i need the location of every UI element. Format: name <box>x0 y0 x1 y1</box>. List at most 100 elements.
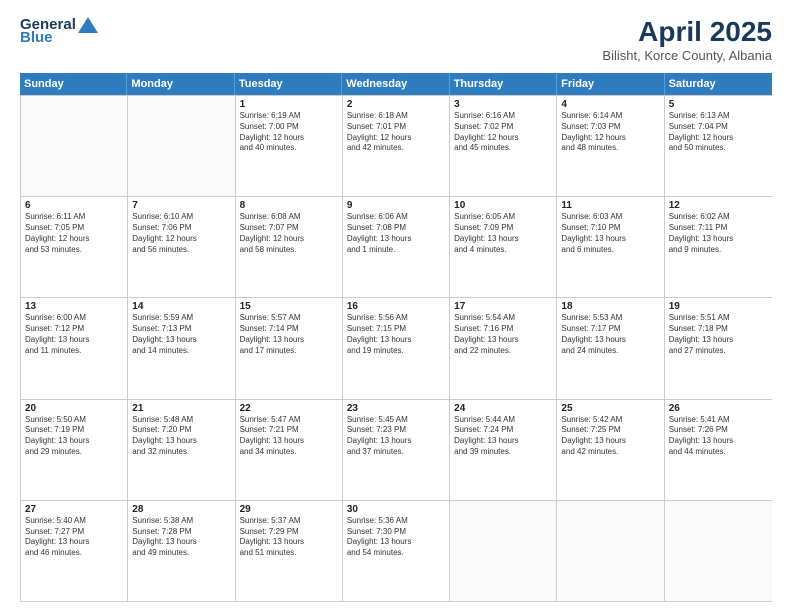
day-number: 12 <box>669 200 768 211</box>
logo: General Blue <box>20 16 98 46</box>
calendar-cell: 19Sunrise: 5:51 AM Sunset: 7:18 PM Dayli… <box>665 298 772 398</box>
cell-content: Sunrise: 6:06 AM Sunset: 7:08 PM Dayligh… <box>347 212 445 255</box>
day-number: 17 <box>454 301 552 312</box>
calendar-cell: 24Sunrise: 5:44 AM Sunset: 7:24 PM Dayli… <box>450 400 557 500</box>
calendar-cell: 28Sunrise: 5:38 AM Sunset: 7:28 PM Dayli… <box>128 501 235 601</box>
cell-content: Sunrise: 5:59 AM Sunset: 7:13 PM Dayligh… <box>132 313 230 356</box>
day-number: 24 <box>454 403 552 414</box>
cell-content: Sunrise: 6:02 AM Sunset: 7:11 PM Dayligh… <box>669 212 768 255</box>
day-number: 20 <box>25 403 123 414</box>
header: General Blue April 2025 Bilisht, Korce C… <box>20 16 772 63</box>
day-number: 30 <box>347 504 445 515</box>
day-number: 27 <box>25 504 123 515</box>
calendar-cell: 9Sunrise: 6:06 AM Sunset: 7:08 PM Daylig… <box>343 197 450 297</box>
location-title: Bilisht, Korce County, Albania <box>602 48 772 63</box>
calendar-cell: 2Sunrise: 6:18 AM Sunset: 7:01 PM Daylig… <box>343 96 450 196</box>
calendar-cell: 7Sunrise: 6:10 AM Sunset: 7:06 PM Daylig… <box>128 197 235 297</box>
day-number: 22 <box>240 403 338 414</box>
day-number: 8 <box>240 200 338 211</box>
calendar-header-cell: Friday <box>557 73 664 95</box>
calendar-cell: 26Sunrise: 5:41 AM Sunset: 7:26 PM Dayli… <box>665 400 772 500</box>
cell-content: Sunrise: 5:51 AM Sunset: 7:18 PM Dayligh… <box>669 313 768 356</box>
cell-content: Sunrise: 6:00 AM Sunset: 7:12 PM Dayligh… <box>25 313 123 356</box>
calendar-cell: 3Sunrise: 6:16 AM Sunset: 7:02 PM Daylig… <box>450 96 557 196</box>
calendar-header-cell: Tuesday <box>235 73 342 95</box>
calendar-header: SundayMondayTuesdayWednesdayThursdayFrid… <box>20 73 772 95</box>
calendar-cell: 18Sunrise: 5:53 AM Sunset: 7:17 PM Dayli… <box>557 298 664 398</box>
calendar-cell: 4Sunrise: 6:14 AM Sunset: 7:03 PM Daylig… <box>557 96 664 196</box>
title-block: April 2025 Bilisht, Korce County, Albani… <box>602 16 772 63</box>
cell-content: Sunrise: 5:38 AM Sunset: 7:28 PM Dayligh… <box>132 516 230 559</box>
calendar-cell: 15Sunrise: 5:57 AM Sunset: 7:14 PM Dayli… <box>236 298 343 398</box>
cell-content: Sunrise: 6:05 AM Sunset: 7:09 PM Dayligh… <box>454 212 552 255</box>
day-number: 11 <box>561 200 659 211</box>
calendar-header-cell: Wednesday <box>342 73 449 95</box>
cell-content: Sunrise: 6:03 AM Sunset: 7:10 PM Dayligh… <box>561 212 659 255</box>
day-number: 7 <box>132 200 230 211</box>
cell-content: Sunrise: 5:54 AM Sunset: 7:16 PM Dayligh… <box>454 313 552 356</box>
calendar-cell <box>21 96 128 196</box>
calendar-cell: 13Sunrise: 6:00 AM Sunset: 7:12 PM Dayli… <box>21 298 128 398</box>
day-number: 28 <box>132 504 230 515</box>
calendar-cell: 5Sunrise: 6:13 AM Sunset: 7:04 PM Daylig… <box>665 96 772 196</box>
calendar-cell: 10Sunrise: 6:05 AM Sunset: 7:09 PM Dayli… <box>450 197 557 297</box>
cell-content: Sunrise: 5:36 AM Sunset: 7:30 PM Dayligh… <box>347 516 445 559</box>
day-number: 3 <box>454 99 552 110</box>
day-number: 10 <box>454 200 552 211</box>
month-title: April 2025 <box>602 16 772 48</box>
day-number: 1 <box>240 99 338 110</box>
cell-content: Sunrise: 6:10 AM Sunset: 7:06 PM Dayligh… <box>132 212 230 255</box>
cell-content: Sunrise: 5:57 AM Sunset: 7:14 PM Dayligh… <box>240 313 338 356</box>
calendar-cell <box>128 96 235 196</box>
calendar-cell: 22Sunrise: 5:47 AM Sunset: 7:21 PM Dayli… <box>236 400 343 500</box>
calendar-cell: 27Sunrise: 5:40 AM Sunset: 7:27 PM Dayli… <box>21 501 128 601</box>
day-number: 13 <box>25 301 123 312</box>
cell-content: Sunrise: 6:18 AM Sunset: 7:01 PM Dayligh… <box>347 111 445 154</box>
day-number: 26 <box>669 403 768 414</box>
calendar-header-cell: Saturday <box>665 73 772 95</box>
day-number: 9 <box>347 200 445 211</box>
calendar-cell: 1Sunrise: 6:19 AM Sunset: 7:00 PM Daylig… <box>236 96 343 196</box>
day-number: 6 <box>25 200 123 211</box>
calendar-cell: 8Sunrise: 6:08 AM Sunset: 7:07 PM Daylig… <box>236 197 343 297</box>
cell-content: Sunrise: 5:40 AM Sunset: 7:27 PM Dayligh… <box>25 516 123 559</box>
cell-content: Sunrise: 5:53 AM Sunset: 7:17 PM Dayligh… <box>561 313 659 356</box>
day-number: 18 <box>561 301 659 312</box>
day-number: 25 <box>561 403 659 414</box>
cell-content: Sunrise: 6:16 AM Sunset: 7:02 PM Dayligh… <box>454 111 552 154</box>
calendar-cell: 11Sunrise: 6:03 AM Sunset: 7:10 PM Dayli… <box>557 197 664 297</box>
calendar-cell <box>665 501 772 601</box>
day-number: 14 <box>132 301 230 312</box>
logo-icon <box>78 17 98 33</box>
cell-content: Sunrise: 5:47 AM Sunset: 7:21 PM Dayligh… <box>240 415 338 458</box>
cell-content: Sunrise: 6:08 AM Sunset: 7:07 PM Dayligh… <box>240 212 338 255</box>
day-number: 21 <box>132 403 230 414</box>
calendar-cell <box>450 501 557 601</box>
calendar-cell <box>557 501 664 601</box>
calendar-cell: 12Sunrise: 6:02 AM Sunset: 7:11 PM Dayli… <box>665 197 772 297</box>
day-number: 2 <box>347 99 445 110</box>
calendar-row: 1Sunrise: 6:19 AM Sunset: 7:00 PM Daylig… <box>21 96 772 197</box>
calendar-cell: 6Sunrise: 6:11 AM Sunset: 7:05 PM Daylig… <box>21 197 128 297</box>
page: General Blue April 2025 Bilisht, Korce C… <box>0 0 792 612</box>
cell-content: Sunrise: 6:19 AM Sunset: 7:00 PM Dayligh… <box>240 111 338 154</box>
cell-content: Sunrise: 5:50 AM Sunset: 7:19 PM Dayligh… <box>25 415 123 458</box>
cell-content: Sunrise: 5:45 AM Sunset: 7:23 PM Dayligh… <box>347 415 445 458</box>
day-number: 23 <box>347 403 445 414</box>
calendar-cell: 25Sunrise: 5:42 AM Sunset: 7:25 PM Dayli… <box>557 400 664 500</box>
day-number: 29 <box>240 504 338 515</box>
calendar-cell: 29Sunrise: 5:37 AM Sunset: 7:29 PM Dayli… <box>236 501 343 601</box>
calendar-row: 13Sunrise: 6:00 AM Sunset: 7:12 PM Dayli… <box>21 298 772 399</box>
day-number: 15 <box>240 301 338 312</box>
calendar-cell: 30Sunrise: 5:36 AM Sunset: 7:30 PM Dayli… <box>343 501 450 601</box>
cell-content: Sunrise: 6:14 AM Sunset: 7:03 PM Dayligh… <box>561 111 659 154</box>
day-number: 4 <box>561 99 659 110</box>
cell-content: Sunrise: 5:42 AM Sunset: 7:25 PM Dayligh… <box>561 415 659 458</box>
calendar-cell: 23Sunrise: 5:45 AM Sunset: 7:23 PM Dayli… <box>343 400 450 500</box>
cell-content: Sunrise: 5:37 AM Sunset: 7:29 PM Dayligh… <box>240 516 338 559</box>
calendar: SundayMondayTuesdayWednesdayThursdayFrid… <box>20 73 772 602</box>
day-number: 19 <box>669 301 768 312</box>
calendar-header-cell: Monday <box>127 73 234 95</box>
cell-content: Sunrise: 5:56 AM Sunset: 7:15 PM Dayligh… <box>347 313 445 356</box>
cell-content: Sunrise: 6:13 AM Sunset: 7:04 PM Dayligh… <box>669 111 768 154</box>
